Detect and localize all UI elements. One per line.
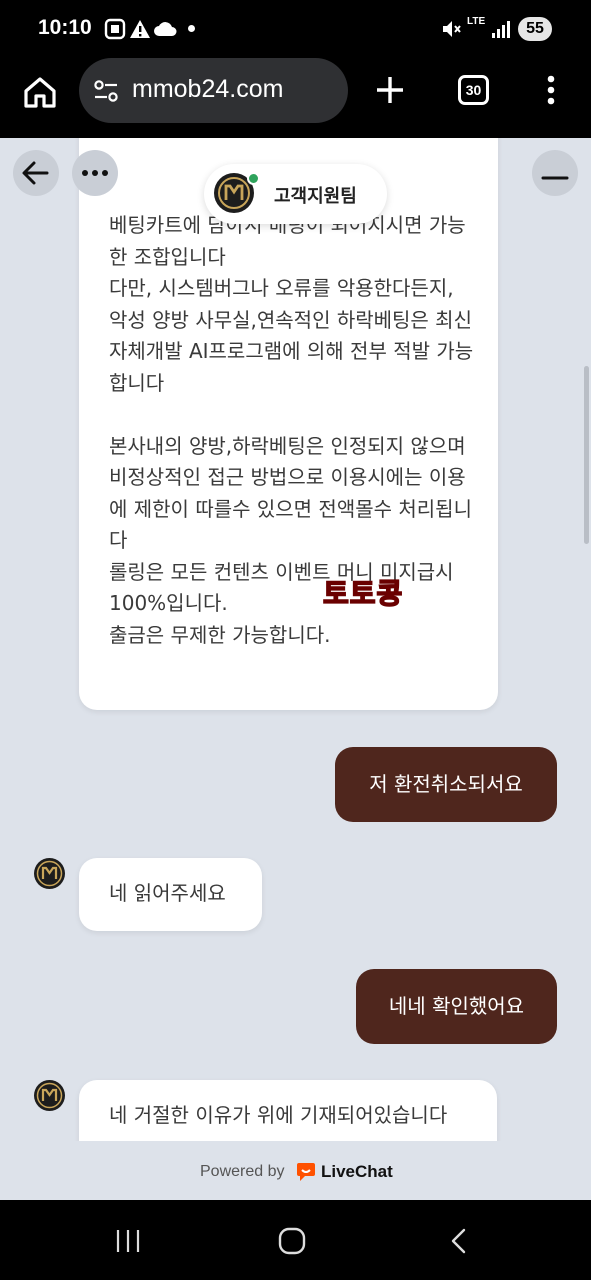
message-text: 베팅카트에 담아서 배팅이 되어지시면 가능한 조합입니다 다만, 시스템버그나… [109,213,474,647]
agent-name: 고객지원팀 [274,186,357,207]
message-user: 네네 확인했어요 [356,969,557,1044]
system-navigation-bar [0,1200,591,1280]
network-type: LTE [467,16,486,27]
arrow-left-icon [22,161,49,185]
message-text: 저 환전취소되서요 [369,772,523,796]
recent-apps-icon[interactable] [112,1226,144,1256]
notification-dot [188,25,195,32]
status-bar: 10:10 LTE 55 [0,0,591,58]
minimize-icon [541,176,569,180]
agent-avatar [34,858,65,889]
message-text: 네 읽어주세요 [109,881,226,905]
screenshot-icon [104,18,126,40]
more-horizontal-icon [82,170,108,176]
agent-avatar [34,1080,65,1111]
new-tab-icon[interactable] [372,72,408,108]
signal-icon [492,21,510,38]
back-nav-icon[interactable] [446,1226,472,1256]
message-agent: 네 읽어주세요 [79,858,262,931]
agent-header: 고객지원팀 [204,164,387,224]
home-icon[interactable] [22,74,58,110]
battery-indicator: 55 [518,17,552,41]
scrollbar[interactable] [584,366,589,544]
site-settings-icon[interactable] [93,78,119,104]
brand-logo-icon [36,860,63,887]
address-bar[interactable]: mmob24.com [79,58,348,123]
browser-toolbar: mmob24.com 30 [0,58,591,138]
livechat-brand: LiveChat [321,1162,393,1181]
watermark-text: 토토콩 [322,577,404,610]
minimize-button[interactable] [532,150,578,196]
message-text: 네네 확인했어요 [388,994,525,1018]
home-nav-icon[interactable] [277,1226,307,1256]
livechat-logo-icon [297,1163,315,1181]
tab-switcher-button[interactable]: 30 [458,75,489,105]
chat-window: 베팅카트에 담아서 배팅이 되어지시면 가능한 조합입니다 다만, 시스템버그나… [0,138,591,1200]
url-text[interactable]: mmob24.com [132,75,283,104]
overflow-menu-icon[interactable] [540,72,562,108]
mute-icon [443,21,461,37]
online-status-dot [247,172,260,185]
brand-logo-icon [36,1082,63,1109]
back-button[interactable] [13,150,59,196]
powered-by-label: Powered by [200,1163,285,1180]
message-user: 저 환전취소되서요 [335,747,557,822]
clock: 10:10 [38,16,92,39]
cloud-icon [154,22,177,36]
message-text: 네 거절한 이유가 위에 기재되어있습니다 [109,1103,448,1127]
warning-icon [130,20,150,38]
more-options-button[interactable] [72,150,118,196]
powered-by-footer[interactable]: Powered by LiveChat [0,1141,591,1200]
